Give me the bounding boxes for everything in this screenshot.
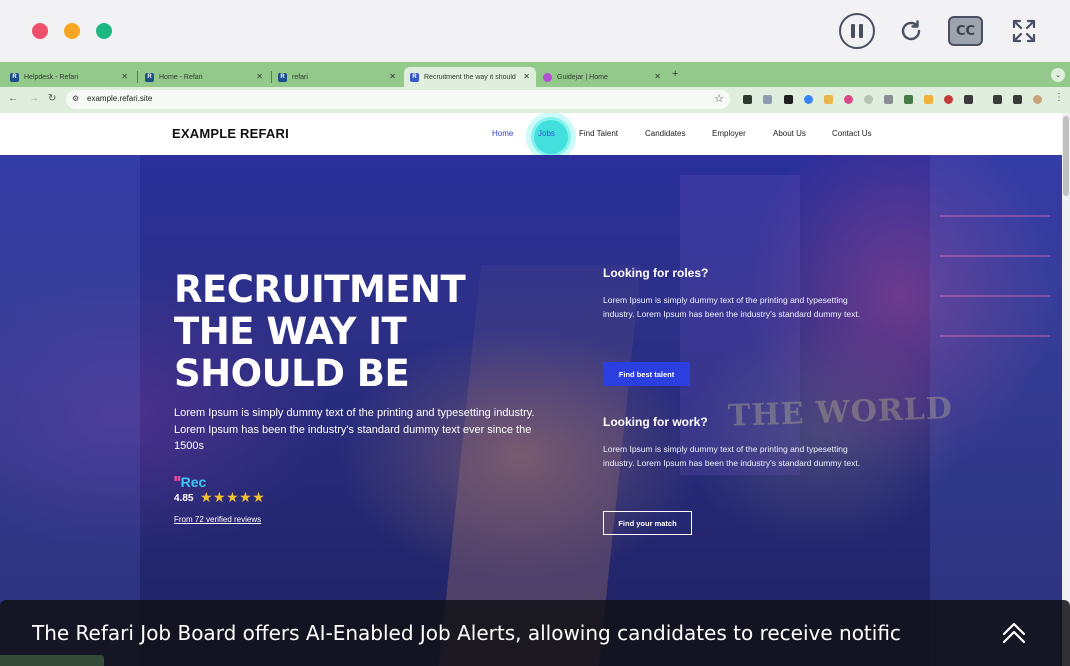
close-tab-icon[interactable]: ✕ <box>654 72 661 81</box>
extension-pen-icon[interactable] <box>743 95 752 104</box>
tab-refari[interactable]: R refari ✕ <box>272 67 402 87</box>
captions-button[interactable]: CC <box>948 16 983 46</box>
extension-person-icon[interactable] <box>904 95 913 104</box>
website: EXAMPLE REFARI Home Jobs Find Talent Can… <box>0 113 1062 666</box>
headline-line: SHOULD BE <box>174 352 410 395</box>
close-tab-icon[interactable]: ✕ <box>256 72 263 81</box>
fullscreen-icon[interactable] <box>1006 13 1042 49</box>
guidejar-favicon-icon <box>543 72 552 82</box>
caption-bar: The Refari Job Board offers AI-Enabled J… <box>0 600 1070 666</box>
headline-line: RECRUITMENT <box>174 268 466 311</box>
rating-score: 4.85 <box>174 493 194 504</box>
browser-chrome: R Helpdesk - Refari ✕ R Home - Refari ✕ … <box>0 62 1070 113</box>
background-light <box>940 295 1050 297</box>
nav-contact-us[interactable]: Contact Us <box>832 129 872 138</box>
rating-stars-icon: ★★★★★ <box>200 489 266 505</box>
tab-title: refari <box>292 73 308 81</box>
background-sign: THE WORLD <box>727 391 954 434</box>
nav-about-us[interactable]: About Us <box>773 129 806 138</box>
background-light <box>940 335 1050 337</box>
roles-card-title: Looking for roles? <box>603 266 709 280</box>
extensions-puzzle-icon[interactable] <box>964 95 973 104</box>
extension-camera-icon[interactable] <box>884 95 893 104</box>
extension-color-icon[interactable] <box>844 95 853 104</box>
background-light <box>940 215 1050 217</box>
chevron-up-icon[interactable] <box>1001 620 1027 646</box>
review-platform-logo: ▮▮Rec <box>174 474 206 490</box>
work-card-text: Lorem Ipsum is simply dummy text of the … <box>603 444 861 469</box>
tab-guidejar[interactable]: Guidejar | Home ✕ <box>537 67 667 87</box>
headline-line: THE WAY IT <box>174 310 407 353</box>
hero-lead-text: Lorem Ipsum is simply dummy text of the … <box>174 407 535 452</box>
refari-favicon-icon: R <box>278 72 287 82</box>
refari-favicon-icon: R <box>145 72 154 82</box>
tab-home[interactable]: R Home - Refari ✕ <box>139 67 269 87</box>
review-badge-icon: ▮▮ <box>174 476 181 482</box>
minimize-window-dot[interactable] <box>64 23 80 39</box>
tab-title: Home - Refari <box>159 73 203 81</box>
close-tab-icon[interactable]: ✕ <box>389 72 396 81</box>
tab-separator <box>137 71 138 83</box>
find-your-match-button[interactable]: Find your match <box>603 511 692 535</box>
close-tab-icon[interactable]: ✕ <box>523 72 530 81</box>
tab-title: Helpdesk - Refari <box>24 73 79 81</box>
roles-card-text: Lorem Ipsum is simply dummy text of the … <box>603 295 861 320</box>
browser-menu-icon[interactable]: ⋮ <box>1054 92 1064 103</box>
forward-arrow-icon[interactable]: → <box>29 93 39 104</box>
tab-recruitment[interactable]: R Recruitment the way it should ✕ <box>404 67 536 87</box>
scrollbar-thumb[interactable] <box>1063 116 1069 196</box>
tab-strip: R Helpdesk - Refari ✕ R Home - Refari ✕ … <box>0 62 1070 87</box>
caption-text: The Refari Job Board offers AI-Enabled J… <box>32 621 901 645</box>
review-platform-name: Rec <box>180 474 207 490</box>
extension-check-icon[interactable] <box>864 95 873 104</box>
hero-section: THE WORLD RECRUITMENT THE WAY IT SHOULD … <box>0 155 1062 666</box>
site-logo[interactable]: EXAMPLE REFARI <box>172 126 289 141</box>
page-scrollbar[interactable] <box>1062 113 1070 666</box>
nav-jobs[interactable]: Jobs <box>538 129 555 138</box>
player-top-bar: CC <box>0 0 1070 62</box>
pause-icon[interactable] <box>839 13 875 49</box>
nav-home[interactable]: Home <box>492 129 513 138</box>
reviews-link[interactable]: From 72 verified reviews <box>174 515 261 524</box>
reload-icon[interactable] <box>893 13 929 49</box>
extension-notion-icon[interactable] <box>784 95 793 104</box>
nav-employer[interactable]: Employer <box>712 129 746 138</box>
status-bar <box>0 655 104 666</box>
hero-headline: RECRUITMENT THE WAY IT SHOULD BE <box>174 268 466 395</box>
work-card-title: Looking for work? <box>603 415 708 429</box>
site-favicon-icon: R <box>410 72 419 82</box>
side-panel-icon[interactable] <box>1013 95 1022 104</box>
background-light <box>940 255 1050 257</box>
refari-favicon-icon: R <box>10 72 19 82</box>
tab-helpdesk[interactable]: R Helpdesk - Refari ✕ <box>4 67 134 87</box>
find-best-talent-button[interactable]: Find best talent <box>603 362 690 386</box>
extension-circle-icon[interactable] <box>804 95 813 104</box>
bookmark-star-icon[interactable]: ☆ <box>714 92 724 105</box>
tab-title: Guidejar | Home <box>557 73 608 81</box>
download-icon[interactable] <box>993 95 1002 104</box>
site-info-icon[interactable]: ⚙ <box>72 94 79 103</box>
nav-candidates[interactable]: Candidates <box>645 129 685 138</box>
site-header: EXAMPLE REFARI Home Jobs Find Talent Can… <box>0 113 1062 162</box>
nav-find-talent[interactable]: Find Talent <box>579 129 618 138</box>
close-tab-icon[interactable]: ✕ <box>121 72 128 81</box>
extension-red-icon[interactable] <box>944 95 953 104</box>
maximize-window-dot[interactable] <box>96 23 112 39</box>
extension-folder-icon[interactable] <box>824 95 833 104</box>
tab-title: Recruitment the way it should <box>424 73 516 81</box>
browser-toolbar: ← → ↻ ⚙ example.refari.site ☆ ⋮ <box>0 87 1070 113</box>
address-bar[interactable]: ⚙ example.refari.site ☆ <box>66 90 730 109</box>
profile-avatar[interactable] <box>1033 95 1042 104</box>
background-building <box>0 155 140 666</box>
extension-grid-icon[interactable] <box>763 95 772 104</box>
reload-page-icon[interactable]: ↻ <box>48 93 56 104</box>
back-arrow-icon[interactable]: ← <box>8 93 18 104</box>
new-tab-icon[interactable]: + <box>672 68 678 80</box>
extension-cart-icon[interactable] <box>924 95 933 104</box>
close-window-dot[interactable] <box>32 23 48 39</box>
url-text: example.refari.site <box>87 94 153 103</box>
tab-search-icon[interactable]: ⌄ <box>1051 68 1065 82</box>
